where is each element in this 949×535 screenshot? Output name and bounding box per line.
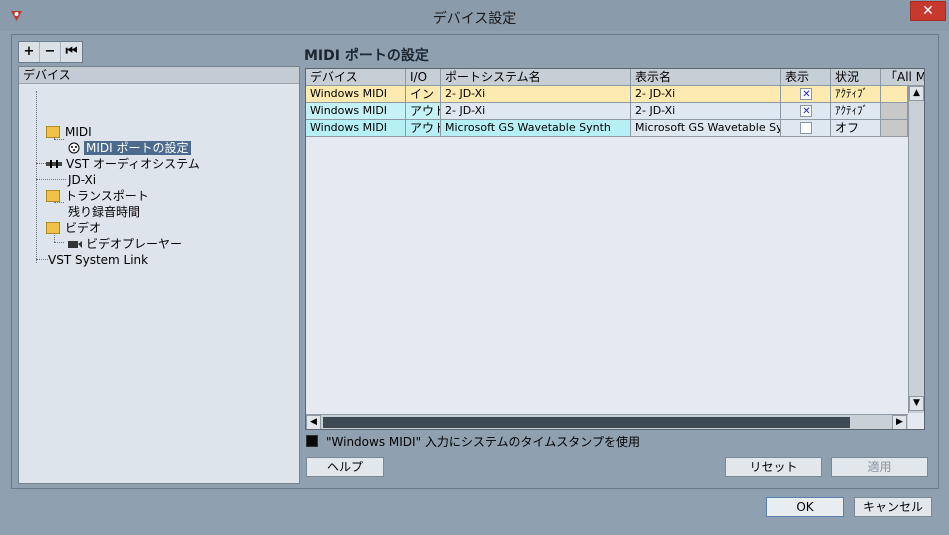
column-status[interactable]: 状況	[831, 69, 881, 86]
cell-display-name[interactable]: 2- JD-Xi	[631, 103, 781, 120]
cell-all-midi	[881, 120, 908, 137]
table-header: デバイス I/O ポートシステム名 表示名 表示 状況 「All MI	[306, 69, 924, 86]
tree-item-record-time-remaining[interactable]: 残り録音時間	[68, 204, 140, 220]
scroll-down-icon[interactable]: ▼	[909, 396, 924, 411]
tree-item-video[interactable]: ビデオ	[46, 220, 101, 236]
column-visible[interactable]: 表示	[781, 69, 831, 86]
tree-item-video-player[interactable]: ビデオプレーヤー	[68, 236, 182, 252]
cell-io: アウト	[406, 120, 441, 137]
cancel-button[interactable]: キャンセル	[854, 497, 932, 517]
column-io[interactable]: I/O	[406, 69, 441, 86]
tree-item-vst-system-link[interactable]: VST System Link	[48, 252, 148, 268]
visible-checkbox[interactable]	[800, 87, 812, 102]
column-port-system-name[interactable]: ポートシステム名	[441, 69, 631, 86]
tree-item-label: 残り録音時間	[68, 205, 141, 219]
audio-system-icon	[46, 160, 62, 168]
cell-all-midi	[881, 103, 908, 120]
cell-port-name: 2- JD-Xi	[441, 103, 631, 120]
cell-all-midi[interactable]	[881, 86, 908, 103]
device-tree: デバイス MIDI MIDI ポートの設定 VST オーディオシステム JD-X…	[18, 66, 300, 484]
tree-item-vst-audio-system[interactable]: VST オーディオシステム	[46, 156, 200, 172]
cell-visible	[781, 103, 831, 120]
system-timestamp-label: "Windows MIDI" 入力にシステムのタイムスタンプを使用	[326, 435, 640, 449]
tree-item-label: ビデオプレーヤー	[86, 237, 183, 251]
table-row[interactable]: Windows MIDI イン 2- JD-Xi 2- JD-Xi ｱｸﾃｨﾌﾞ	[306, 86, 908, 103]
help-button[interactable]: ヘルプ	[306, 457, 384, 477]
column-device[interactable]: デバイス	[306, 69, 406, 86]
cell-display-name[interactable]: Microsoft GS Wavetable Synth	[631, 120, 781, 137]
title-bar: デバイス設定 ✕	[0, 0, 949, 31]
table-row[interactable]: Windows MIDI アウト 2- JD-Xi 2- JD-Xi ｱｸﾃｨﾌ…	[306, 103, 908, 120]
add-device-button[interactable]: +	[19, 42, 40, 62]
visible-checkbox[interactable]	[800, 122, 812, 134]
cell-visible	[781, 86, 831, 103]
tree-item-label: JD-Xi	[68, 173, 97, 187]
cell-status: ｱｸﾃｨﾌﾞ	[831, 86, 881, 103]
midi-port-table: デバイス I/O ポートシステム名 表示名 表示 状況 「All MI Wind…	[305, 68, 925, 430]
midi-port-icon	[68, 142, 80, 154]
scroll-up-icon[interactable]: ▲	[909, 86, 924, 101]
tree-item-label: MIDI ポートの設定	[84, 141, 191, 155]
tree-item-midi[interactable]: MIDI	[46, 124, 92, 140]
tree-item-label: MIDI	[65, 125, 92, 139]
folder-icon	[46, 222, 60, 234]
tree-item-label: VST オーディオシステム	[66, 157, 200, 171]
visible-checkbox[interactable]	[800, 104, 812, 119]
cell-display-name[interactable]: 2- JD-Xi	[631, 86, 781, 103]
cell-io: イン	[406, 86, 441, 103]
remove-device-button[interactable]: −	[40, 42, 61, 62]
tree-item-label: トランスポート	[65, 189, 149, 203]
tree-item-label: VST System Link	[48, 253, 149, 267]
device-setup-dialog: + − ⏮ デバイス MIDI MIDI ポートの設定 VST オーディオシステ…	[11, 34, 939, 489]
cell-status: オフ	[831, 120, 881, 137]
system-timestamp-checkbox[interactable]	[306, 435, 318, 447]
cell-port-name: Microsoft GS Wavetable Synth	[441, 120, 631, 137]
cell-status: ｱｸﾃｨﾌﾞ	[831, 103, 881, 120]
cell-visible	[781, 120, 831, 137]
cell-device: Windows MIDI	[306, 120, 406, 137]
tree-header: デバイス	[19, 67, 299, 84]
close-button[interactable]: ✕	[910, 1, 946, 21]
window-title: デバイス設定	[432, 11, 517, 27]
column-all-midi-inputs[interactable]: 「All MI	[881, 69, 924, 86]
cell-port-name: 2- JD-Xi	[441, 86, 631, 103]
folder-icon	[46, 190, 60, 202]
scroll-right-icon[interactable]: ▶	[892, 415, 907, 429]
cell-io: アウト	[406, 103, 441, 120]
tree-item-transport[interactable]: トランスポート	[46, 188, 149, 204]
table-row[interactable]: Windows MIDI アウト Microsoft GS Wavetable …	[306, 120, 908, 137]
panel-title: MIDI ポートの設定	[304, 48, 429, 64]
video-player-icon	[68, 241, 82, 248]
tree-item-label: ビデオ	[65, 221, 102, 235]
vertical-scrollbar[interactable]: ▲ ▼	[908, 86, 924, 413]
cell-device: Windows MIDI	[306, 86, 406, 103]
tree-item-midi-port-settings[interactable]: MIDI ポートの設定	[68, 140, 191, 156]
horizontal-scrollbar[interactable]: ◀ ▶	[306, 414, 908, 429]
tree-item-jd-xi[interactable]: JD-Xi	[68, 172, 96, 188]
reset-button[interactable]: リセット	[725, 457, 822, 477]
folder-icon	[46, 126, 60, 138]
apply-button[interactable]: 適用	[831, 457, 928, 477]
ok-button[interactable]: OK	[766, 497, 844, 517]
scroll-left-icon[interactable]: ◀	[306, 415, 321, 429]
reset-device-button[interactable]: ⏮	[61, 42, 82, 62]
cell-device: Windows MIDI	[306, 103, 406, 120]
horizontal-scroll-thumb[interactable]	[323, 417, 850, 428]
tree-toolbar: + − ⏮	[18, 41, 83, 63]
column-display-name[interactable]: 表示名	[631, 69, 781, 86]
